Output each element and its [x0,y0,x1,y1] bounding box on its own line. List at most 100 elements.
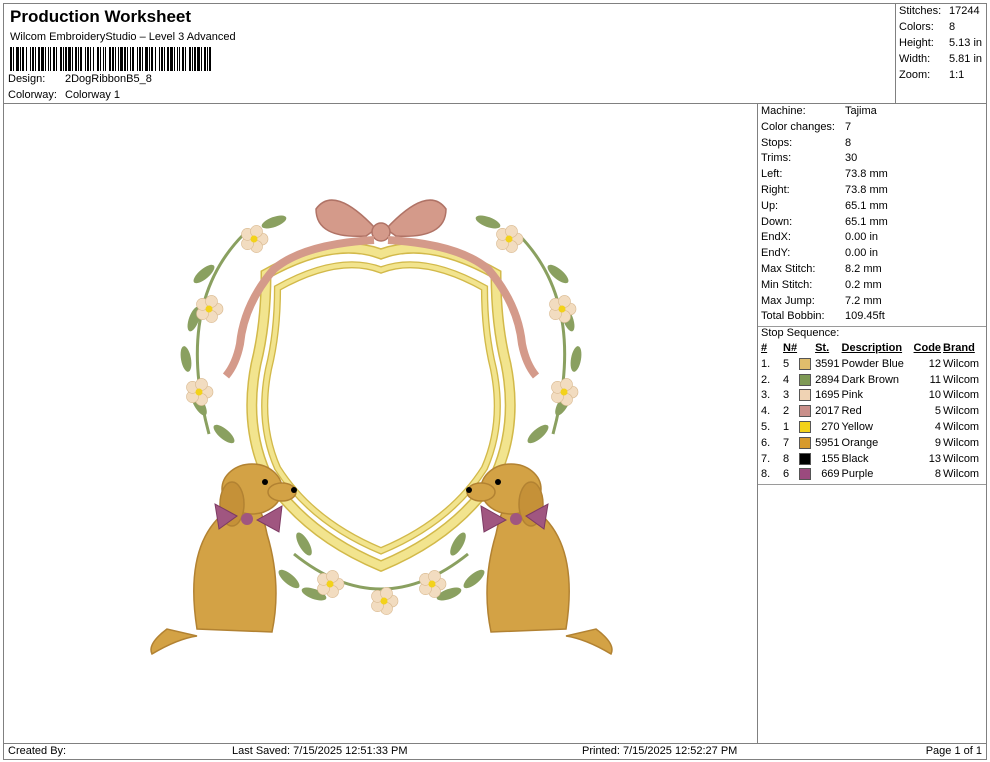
stitch-count: 2017 [815,405,840,418]
info-value: 65.1 mm [845,199,888,212]
stop-index: 5. [761,420,771,433]
flower-petal [250,225,263,238]
info-value: 8.2 mm [845,263,882,275]
needle-number: 6 [783,468,790,481]
col-stitches: St. [815,342,830,354]
info-label: Up: [761,199,779,212]
color-swatch [799,373,812,386]
stat-row: Zoom: 1:1 [899,69,964,81]
stop-sequence-table: # N# St. Description Code Brand 1. 5 3591 P… [760,341,982,483]
flower-petal [428,570,441,583]
color-swatch [799,421,812,434]
thread-code: 4 [934,420,942,433]
info-value: 8 [845,136,852,149]
flower-center [380,597,388,605]
needle-number: 8 [783,452,790,465]
stat-label: Stitches: [899,5,942,17]
stop-row: 5. 1 270 Yellow 4 Wilcom [760,420,982,436]
info-label: Trims: [761,152,792,165]
stop-row: 8. 6 669 Purple 8 Wilcom [760,467,982,483]
info-label: Max Stitch: [761,263,816,275]
machine-info-row: Machine: Tajima [761,105,877,117]
color-swatch [799,405,812,418]
stop-index: 2. [761,373,771,386]
flower-center [195,388,203,396]
col-needle: N# [783,342,798,354]
stop-row: 2. 4 2894 Dark Brown 11 Wilcom [760,373,982,389]
leaf [570,346,582,372]
needle-number: 2 [783,405,790,418]
thread-brand: Wilcom [943,468,980,481]
shield-frame-fill [247,244,515,571]
info-value: 0.00 in [845,231,879,244]
shield-frame-outer [246,242,516,572]
flower-center [326,580,334,588]
barcode-image [10,47,211,71]
design-name: 2DogRibbonB5_8 [65,73,152,85]
thread-code: 11 [929,373,942,386]
machine-info-row: EndX: 0.00 in [761,231,878,243]
design-preview [3,103,758,744]
thread-brand: Wilcom [943,405,980,418]
needle-number: 5 [783,357,790,370]
leaf [475,215,501,229]
thread-description: Orange [841,436,879,449]
machine-info-row: Left: 73.8 mm [761,168,888,180]
needle-number: 3 [783,389,790,402]
thread-description: Dark Brown [841,373,900,386]
bow-knot [371,222,391,242]
machine-info-row: Total Bobbin: 109.45ft [761,310,885,322]
stitch-count: 2894 [815,373,840,386]
flower-center [250,235,258,243]
flower-center [558,305,566,313]
machine-info-row: Max Jump: 7.2 mm [761,295,882,307]
stop-row: 6. 7 5951 Orange 9 Wilcom [760,436,982,452]
leaf [463,569,485,589]
col-index: # [761,342,768,354]
info-label: Left: [761,168,783,181]
worksheet-title: Production Worksheet [10,7,192,26]
leaf [213,424,235,444]
machine-info-panel: Stop Sequence: # N# St. Description Code… [757,103,987,744]
leaf [527,424,549,444]
printed-date: Printed: 7/15/2025 12:52:27 PM [582,745,738,757]
software-name: Wilcom EmbroideryStudio – Level 3 Advanc… [10,31,236,43]
leaf [450,532,466,556]
colorway-label: Colorway: [8,89,57,101]
stat-value: 5.13 in [949,37,983,49]
machine-info-row: EndY: 0.00 in [761,247,878,259]
color-swatch [799,468,812,481]
flower-center [205,305,213,313]
flower-petal [195,378,208,391]
flower-petal [505,225,518,238]
color-swatch [799,452,812,465]
design-stats-panel: Stitches: 17244 Colors: 8 Height: 5.13 in Widt… [895,3,987,104]
info-label: EndY: [761,247,791,260]
thread-code: 8 [934,468,942,481]
design-label: Design: [8,73,46,85]
worksheet-header: Production Worksheet Wilcom EmbroiderySt… [3,3,896,104]
thread-brand: Wilcom [943,389,980,402]
created-by: Created By: [8,745,67,757]
flower-petal [380,587,393,600]
stop-index: 6. [761,436,771,449]
leaf [296,532,312,556]
thread-description: Red [841,405,862,418]
stat-label: Colors: [899,21,934,33]
divider [758,484,986,485]
needle-number: 1 [783,420,790,433]
stat-row: Width: 5.81 in [899,53,982,65]
info-value: 73.8 mm [845,168,888,181]
thread-code: 10 [928,389,942,402]
info-value: Tajima [845,105,877,117]
flower-center [560,388,568,396]
dog-figure [466,463,613,656]
stop-row: 4. 2 2017 Red 5 Wilcom [760,404,982,420]
stop-sequence-title: Stop Sequence: [761,327,840,339]
machine-info-row: Stops: 8 [761,137,851,149]
stop-row: 1. 5 3591 Powder Blue 12 Wilcom [760,357,982,373]
col-description: Description [841,342,903,354]
flower-petal [205,295,218,308]
thread-brand: Wilcom [943,373,980,386]
stat-value: 1:1 [949,69,965,81]
